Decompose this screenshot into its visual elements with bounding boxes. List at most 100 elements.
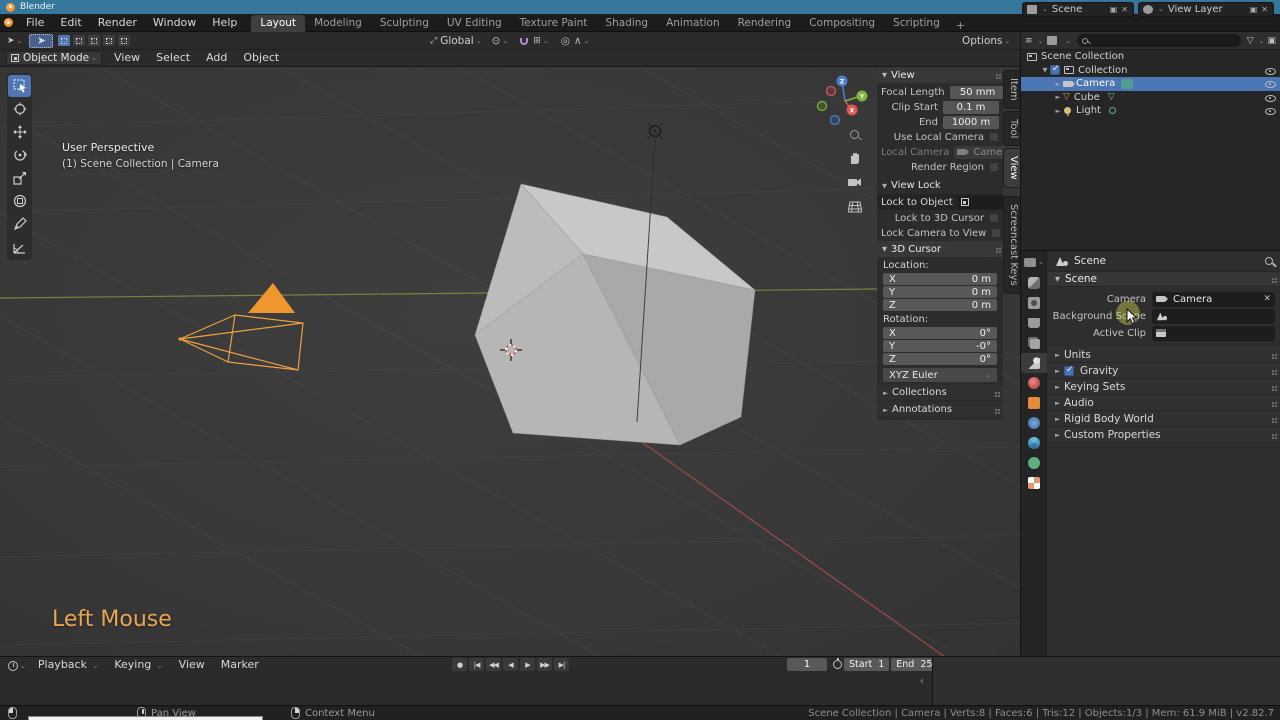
- select-mode-subtract[interactable]: [87, 34, 101, 47]
- panel-header-units[interactable]: ►Units: [1048, 347, 1280, 363]
- panel-header-rigid-body-world[interactable]: ►Rigid Body World: [1048, 411, 1280, 427]
- physics-properties-tab[interactable]: [1021, 433, 1047, 453]
- ruler-collapse-arrow[interactable]: ‹: [920, 676, 924, 687]
- proportional-editing-icon[interactable]: ◎: [561, 35, 570, 47]
- view-layer-selector[interactable]: ⌄ View Layer ▣ ✕: [1138, 2, 1274, 17]
- constraints-properties-tab[interactable]: [1021, 413, 1047, 433]
- visibility-eye-icon[interactable]: [1264, 65, 1276, 75]
- expander-icon[interactable]: ►: [1053, 80, 1063, 88]
- checkbox-lock-camera-to-view[interactable]: [991, 228, 1001, 238]
- workspace-tab-texture-paint[interactable]: Texture Paint: [511, 15, 597, 32]
- workspace-tab-rendering[interactable]: Rendering: [729, 15, 801, 32]
- remove-layer-icon[interactable]: ✕: [1259, 5, 1270, 14]
- zoom-icon[interactable]: [846, 126, 863, 143]
- viewport-menu-select[interactable]: Select: [148, 49, 198, 67]
- outliner-row-collection[interactable]: ▼Collection: [1021, 64, 1280, 78]
- timeline-menu-marker[interactable]: Marker: [213, 656, 267, 675]
- mode-dropdown[interactable]: Object Mode ⌄: [6, 51, 102, 65]
- checkbox-render-region[interactable]: [989, 162, 999, 172]
- select-mode-intersect[interactable]: [117, 34, 131, 47]
- panel-header-3d-cursor[interactable]: ▼3D Cursor: [877, 241, 1003, 257]
- menu-help[interactable]: Help: [204, 14, 245, 32]
- panel-header-keying-sets[interactable]: ►Keying Sets: [1048, 379, 1280, 395]
- menu-edit[interactable]: Edit: [52, 14, 89, 32]
- viewport-menu-object[interactable]: Object: [235, 49, 287, 67]
- rotation-order-dropdown[interactable]: XYZ Euler⌄: [883, 368, 997, 382]
- jump-last-button[interactable]: ▶|: [554, 658, 569, 671]
- outliner-filter-type-icon[interactable]: [1047, 36, 1057, 45]
- light-object[interactable]: [647, 123, 663, 139]
- timeline-editor-type-icon[interactable]: ⌄: [4, 661, 30, 671]
- ortho-grid-icon[interactable]: [846, 198, 863, 215]
- transform-tool-icon[interactable]: [8, 190, 31, 212]
- expander-icon[interactable]: ►: [1053, 107, 1063, 115]
- prev-keyframe-button[interactable]: ◀◀: [486, 658, 501, 671]
- outliner-row-scene-collection[interactable]: Scene Collection: [1021, 50, 1280, 64]
- pivot-point-icon[interactable]: ⊙: [492, 35, 501, 47]
- expander-icon[interactable]: ▼: [1040, 66, 1050, 74]
- timeline-menu-playback[interactable]: Playback ⌄: [30, 656, 106, 675]
- stopwatch-icon[interactable]: [833, 660, 842, 669]
- outliner-row-light[interactable]: ►Light: [1021, 104, 1280, 118]
- sidebar-tab-item[interactable]: Item: [1003, 70, 1020, 109]
- sidebar-tab-view[interactable]: View: [1003, 148, 1020, 188]
- workspace-tab-modeling[interactable]: Modeling: [305, 15, 371, 32]
- workspace-tab-sculpting[interactable]: Sculpting: [371, 15, 438, 32]
- scene-panel-header[interactable]: ▼ Scene: [1048, 271, 1280, 287]
- falloff-icon[interactable]: ∧: [574, 35, 582, 47]
- object-properties-tab[interactable]: [1021, 393, 1047, 413]
- axis-field-x[interactable]: X0°: [883, 327, 997, 339]
- visibility-eye-icon[interactable]: [1264, 106, 1276, 116]
- panel-subheader-view-lock[interactable]: ▼View Lock: [877, 178, 1003, 193]
- panel-header-view[interactable]: ▼View: [877, 67, 1003, 83]
- field-focal-length[interactable]: 50 mm: [950, 86, 1006, 99]
- viewlayer-properties-tab[interactable]: [1021, 333, 1047, 353]
- axis-field-y[interactable]: Y-0°: [883, 340, 997, 352]
- cursor-tool-icon[interactable]: [8, 98, 31, 120]
- current-frame-field[interactable]: 1: [787, 658, 827, 671]
- outliner-row-cube[interactable]: ►▽Cube▽: [1021, 91, 1280, 105]
- workspace-tab-shading[interactable]: Shading: [596, 15, 657, 32]
- texture-properties-tab[interactable]: [1021, 473, 1047, 493]
- panel-header-gravity[interactable]: ►Gravity: [1048, 363, 1280, 379]
- cube-object[interactable]: [475, 184, 755, 445]
- rotate-tool-icon[interactable]: [8, 144, 31, 166]
- select-mode-extend[interactable]: [72, 34, 86, 47]
- axis-field-y[interactable]: Y0 m: [883, 286, 997, 298]
- new-collection-icon[interactable]: ▣: [1267, 36, 1276, 46]
- axis-field-x[interactable]: X0 m: [883, 273, 997, 285]
- checkbox-lock-to-3d-cursor[interactable]: [989, 213, 999, 223]
- prop-field-camera[interactable]: Camera✕: [1152, 292, 1275, 307]
- viewport-menu-add[interactable]: Add: [198, 49, 235, 67]
- world-properties-tab[interactable]: [1021, 373, 1047, 393]
- prop-field-background-scene[interactable]: [1152, 309, 1275, 324]
- menu-file[interactable]: File: [18, 14, 52, 32]
- scale-tool-icon[interactable]: [8, 167, 31, 189]
- tool-dropdown-icon[interactable]: ➤⌄: [4, 34, 25, 48]
- outliner-row-camera[interactable]: ►Camera: [1021, 77, 1280, 91]
- checkbox-use-local-camera[interactable]: [989, 132, 999, 142]
- timeline-menu-keying[interactable]: Keying ⌄: [106, 656, 170, 675]
- new-layer-icon[interactable]: ▣: [1248, 5, 1260, 14]
- record-button[interactable]: ●: [452, 658, 467, 671]
- axis-field-z[interactable]: Z0 m: [883, 299, 997, 311]
- 3d-viewport[interactable]: Z Y X User Perspective (1) Scene Collect…: [0, 67, 1020, 656]
- scene-selector[interactable]: ⌄ Scene ▣ ✕: [1022, 2, 1134, 17]
- menu-window[interactable]: Window: [145, 14, 204, 32]
- viewport-menu-view[interactable]: View: [106, 49, 148, 67]
- workspace-tab-uv-editing[interactable]: UV Editing: [438, 15, 511, 32]
- add-workspace-button[interactable]: +: [949, 19, 972, 32]
- pin-icon[interactable]: [1265, 257, 1273, 265]
- data-properties-tab[interactable]: [1021, 453, 1047, 473]
- clear-icon[interactable]: ✕: [1263, 294, 1271, 304]
- tool-properties-tab[interactable]: [1021, 273, 1047, 293]
- select-box-tool-icon[interactable]: [8, 75, 31, 97]
- output-properties-tab[interactable]: [1021, 313, 1047, 333]
- editor-type-icon[interactable]: ⌄: [1021, 251, 1047, 273]
- visibility-eye-icon[interactable]: [1264, 92, 1276, 102]
- select-mode-invert[interactable]: [102, 34, 116, 47]
- workspace-tab-animation[interactable]: Animation: [657, 15, 729, 32]
- annotate-tool-icon[interactable]: [8, 213, 31, 235]
- play-button[interactable]: ▶: [520, 658, 535, 671]
- sidebar-tab-screencast-keys[interactable]: Screencast Keys: [1003, 196, 1020, 294]
